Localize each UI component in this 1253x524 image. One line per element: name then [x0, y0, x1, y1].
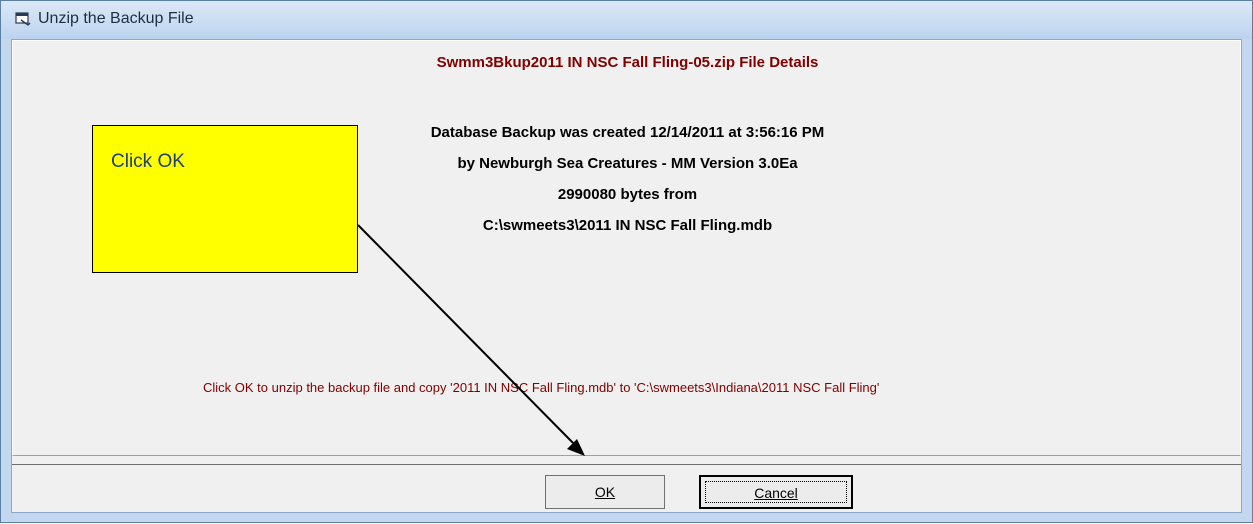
callout-arrow-icon — [357, 224, 585, 456]
unzip-dialog-window: Unzip the Backup File Swmm3Bkup2011 IN N… — [0, 0, 1253, 523]
